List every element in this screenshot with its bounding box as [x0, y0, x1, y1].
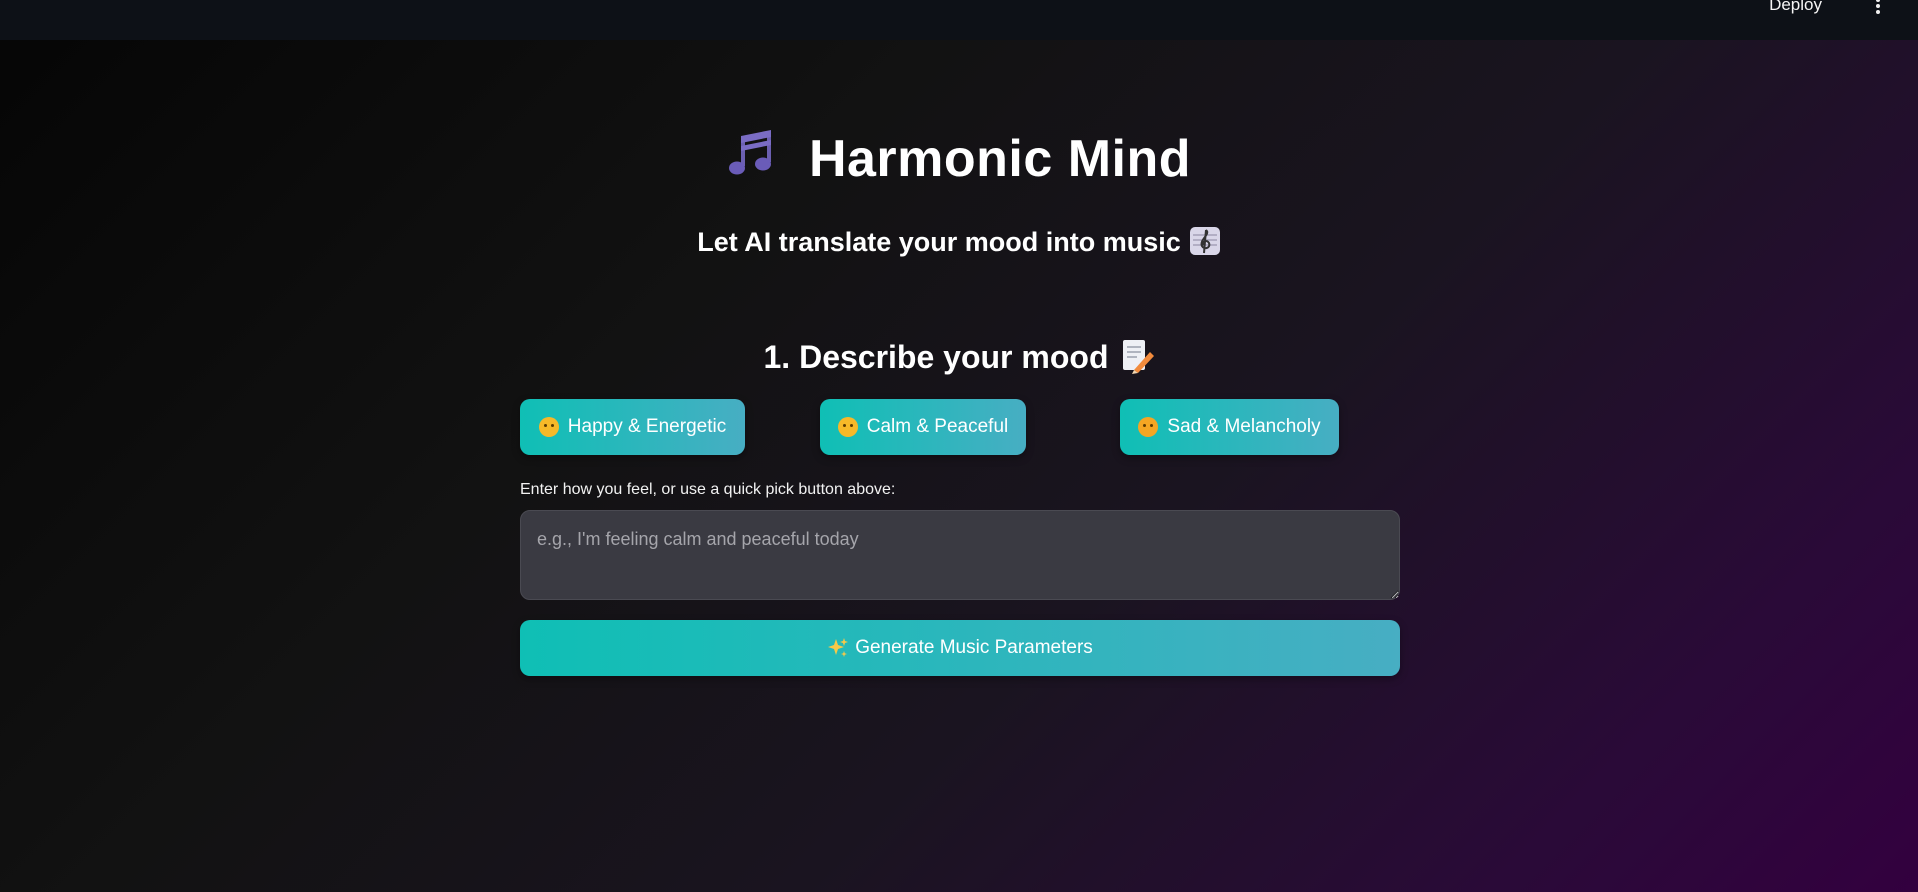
subtitle-text: Let AI translate your mood into music — [697, 227, 1181, 257]
quick-pick-sad-button[interactable]: Sad & Melancholy — [1120, 399, 1339, 455]
quick-pick-label: Happy & Energetic — [567, 416, 727, 437]
kebab-menu-icon[interactable] — [1872, 0, 1884, 14]
musical-notes-icon — [728, 130, 771, 175]
generate-music-button[interactable]: Generate Music Parameters — [520, 620, 1400, 676]
quick-pick-happy-button[interactable]: Happy & Energetic — [520, 399, 745, 455]
section-heading-mood: 1. Describe your mood — [0, 338, 1918, 376]
memo-icon — [1123, 340, 1155, 374]
generate-label: Generate Music Parameters — [855, 637, 1093, 658]
page-subtitle: Let AI translate your mood into music — [0, 226, 1918, 258]
section-heading-text: 1. Describe your mood — [763, 339, 1109, 375]
smiling-face-icon — [538, 417, 559, 437]
quick-pick-label: Sad & Melancholy — [1167, 416, 1321, 437]
pleading-face-icon — [1138, 417, 1159, 437]
page-title: Harmonic Mind — [0, 128, 1918, 189]
relieved-face-icon — [837, 417, 858, 437]
top-toolbar: Deploy — [0, 0, 1918, 40]
quick-pick-calm-button[interactable]: Calm & Peaceful — [820, 399, 1026, 455]
mood-input[interactable] — [520, 510, 1400, 600]
quick-pick-label: Calm & Peaceful — [866, 416, 1009, 437]
deploy-button[interactable]: Deploy — [1769, 0, 1822, 14]
treble-clef-icon — [1189, 227, 1220, 255]
mood-input-label: Enter how you feel, or use a quick pick … — [520, 481, 896, 498]
title-text: Harmonic Mind — [808, 130, 1192, 188]
sparkles-icon — [828, 638, 849, 657]
